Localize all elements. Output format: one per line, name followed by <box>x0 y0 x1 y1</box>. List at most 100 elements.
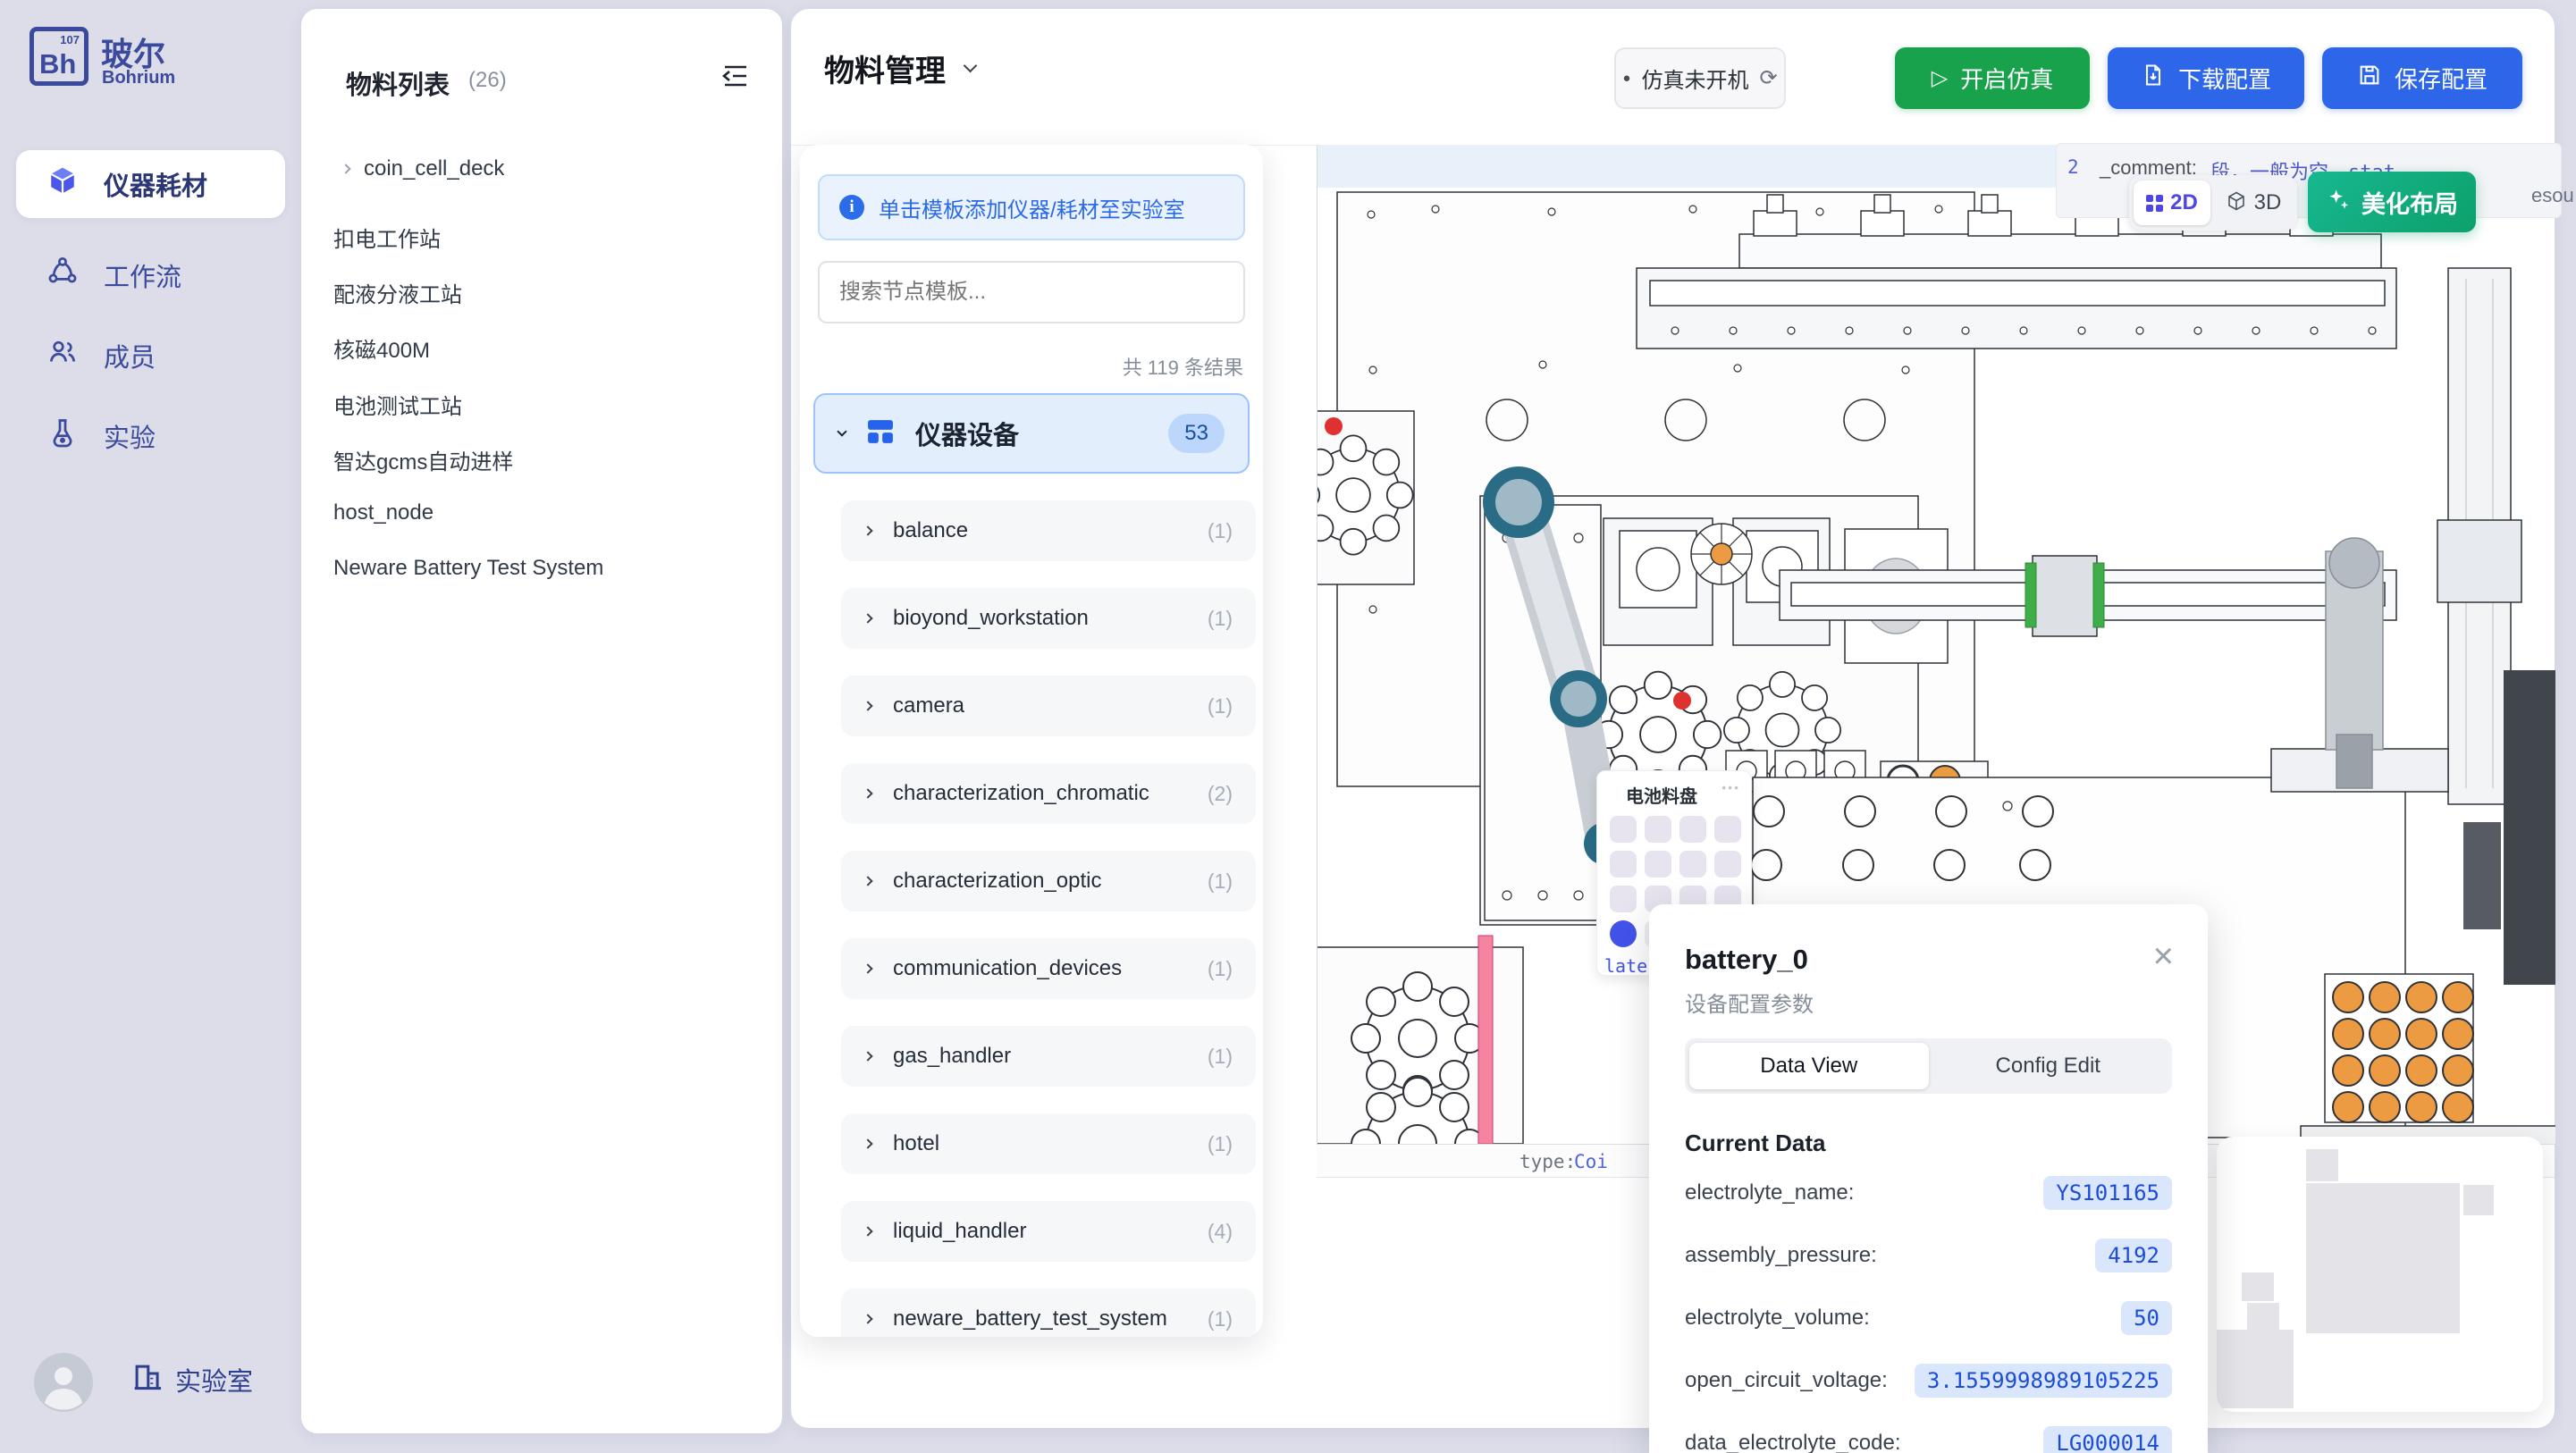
toggle-2d[interactable]: 2D <box>2134 181 2210 225</box>
search-input[interactable] <box>818 261 1245 323</box>
experiment-icon <box>46 416 79 456</box>
sidebar-item-experiment[interactable]: 实验 <box>16 402 285 470</box>
app-logo[interactable]: 107 Bh <box>29 27 88 86</box>
field-label: data_electrolyte_code: <box>1685 1431 1901 1453</box>
material-item[interactable]: 扣电工作站 <box>333 222 441 253</box>
start-simulation-button[interactable]: ▷ 开启仿真 <box>1895 47 2090 109</box>
popup-subtitle: 设备配置参数 <box>1685 987 1814 1018</box>
chevron-right-icon <box>863 525 872 535</box>
sidebar-item-workflow[interactable]: 工作流 <box>16 241 285 309</box>
palette-item-count: (1) <box>1208 869 1233 894</box>
palette-item-label: communication_devices <box>893 956 1186 981</box>
palette-item-label: balance <box>893 518 1186 543</box>
save-config-button[interactable]: 保存配置 <box>2322 47 2522 109</box>
toggle-3d[interactable]: 3D <box>2216 181 2291 225</box>
simulation-status[interactable]: ● 仿真未开机 ⟳ <box>1614 47 1786 109</box>
material-list-panel: 物料列表 (26) coin_cell_deck 扣电工作站 配液分液工站 核磁… <box>301 9 782 1433</box>
palette-item-label: liquid_handler <box>893 1219 1186 1244</box>
chevron-right-icon <box>863 1314 872 1323</box>
palette-item-balance[interactable]: balance (1) <box>841 500 1256 561</box>
sidebar-item-label: 实验 <box>104 417 156 455</box>
tab-data-view[interactable]: Data View <box>1689 1043 1929 1089</box>
material-item[interactable]: 核磁400M <box>333 332 430 364</box>
palette-item-gas-handler[interactable]: gas_handler (1) <box>841 1026 1256 1087</box>
material-item[interactable]: 智达gcms自动进样 <box>333 444 513 475</box>
palette-item-liquid-handler[interactable]: liquid_handler (4) <box>841 1201 1256 1262</box>
chevron-right-icon <box>863 876 872 886</box>
tray-menu-icon[interactable]: ••• <box>1722 780 1740 794</box>
page-title: 物料管理 <box>824 46 946 90</box>
material-item[interactable]: host_node <box>333 500 434 525</box>
material-list-title: 物料列表 <box>346 64 450 102</box>
close-icon[interactable]: × <box>2153 938 2174 974</box>
chevron-down-icon <box>837 426 846 436</box>
download-config-button[interactable]: 下载配置 <box>2108 47 2304 109</box>
palette-item-camera[interactable]: camera (1) <box>841 676 1256 736</box>
palette-item-neware-battery-test-system[interactable]: neware_battery_test_system (1) <box>841 1289 1256 1337</box>
sparkles-icon <box>2326 188 2351 217</box>
sidebar-item-instruments[interactable]: 仪器耗材 <box>16 150 285 218</box>
cube-icon <box>46 164 79 204</box>
field-value: YS101165 <box>2043 1176 2172 1210</box>
palette-item-label: characterization_chromatic <box>893 781 1202 806</box>
chevron-right-icon <box>863 1138 872 1148</box>
sidebar-item-members[interactable]: 成员 <box>16 322 285 390</box>
material-item[interactable]: 配液分液工站 <box>333 277 462 308</box>
palette-item-characterization-chromatic[interactable]: characterization_chromatic (2) <box>841 763 1256 824</box>
palette-item-label: bioyond_workstation <box>893 606 1186 631</box>
avatar[interactable] <box>34 1353 93 1416</box>
palette-item-count: (1) <box>1208 1307 1233 1331</box>
palette-hint-text: 单击模板添加仪器/耗材至实验室 <box>879 192 1185 223</box>
chevron-right-icon <box>863 1051 872 1061</box>
start-simulation-label: 开启仿真 <box>1960 62 2053 95</box>
palette-hint-banner: i 单击模板添加仪器/耗材至实验室 <box>818 174 1245 240</box>
page-title-group[interactable]: 物料管理 <box>824 46 975 90</box>
collapse-panel-icon[interactable] <box>721 63 750 94</box>
sidebar-lab-link[interactable]: 实验室 <box>130 1360 253 1398</box>
members-icon <box>46 336 79 375</box>
download-config-label: 下载配置 <box>2178 62 2271 95</box>
tab-config-edit[interactable]: Config Edit <box>1929 1043 2168 1089</box>
tab-config-edit-label: Config Edit <box>1996 1054 2100 1079</box>
building-icon <box>130 1360 164 1398</box>
tray-footer-fragment: late <box>1604 955 1647 977</box>
selected-battery-slot[interactable] <box>1610 920 1637 947</box>
cube-3d-icon <box>2226 190 2247 216</box>
app-root: 107 Bh 玻尔 Bohrium 仪器耗材 工作流 成员 <box>0 0 2576 1453</box>
palette-category-instruments[interactable]: 仪器设备 53 <box>813 393 1250 474</box>
sidebar-lab-label: 实验室 <box>175 1361 253 1398</box>
minimap-node <box>2217 1330 2294 1408</box>
material-list-count: (26) <box>468 68 507 93</box>
save-icon <box>2357 63 2382 94</box>
material-item-expandable[interactable]: coin_cell_deck <box>342 156 504 181</box>
minimap-node <box>2247 1303 2279 1331</box>
minimap-node <box>2306 1183 2460 1333</box>
logo-symbol: Bh <box>39 48 76 80</box>
data-field-row: data_electrolyte_code: LG000014 <box>1685 1423 2172 1453</box>
node-type-key: type: <box>1520 1151 1576 1172</box>
sidebar-item-label: 仪器耗材 <box>104 165 207 203</box>
palette-item-count: (1) <box>1208 694 1233 718</box>
palette-item-bioyond-workstation[interactable]: bioyond_workstation (1) <box>841 588 1256 649</box>
data-field-row: electrolyte_volume: 50 <box>1685 1298 2172 1339</box>
popup-title: battery_0 <box>1685 944 1808 976</box>
chevron-right-icon <box>863 613 872 623</box>
material-item[interactable]: Neware Battery Test System <box>333 556 603 581</box>
palette-item-hotel[interactable]: hotel (1) <box>841 1113 1256 1174</box>
tab-data-view-label: Data View <box>1760 1054 1857 1079</box>
beautify-layout-button[interactable]: 美化布局 <box>2308 172 2476 232</box>
palette-item-label: characterization_optic <box>893 869 1186 894</box>
palette-item-communication-devices[interactable]: communication_devices (1) <box>841 938 1256 999</box>
palette-item-count: (1) <box>1208 607 1233 631</box>
palette-item-characterization-optic[interactable]: characterization_optic (1) <box>841 851 1256 911</box>
popup-tabs: Data View Config Edit <box>1685 1038 2172 1094</box>
refresh-icon[interactable]: ⟳ <box>1759 65 1777 91</box>
minimap[interactable] <box>2217 1137 2543 1412</box>
battery-tray-title: 电池料盘 <box>1626 782 1697 808</box>
save-config-label: 保存配置 <box>2395 62 2488 95</box>
status-dot-icon: ● <box>1622 71 1630 86</box>
info-icon: i <box>839 195 864 220</box>
material-item[interactable]: 电池测试工站 <box>333 389 462 420</box>
minimap-node <box>2463 1185 2494 1215</box>
play-icon: ▷ <box>1932 65 1948 91</box>
